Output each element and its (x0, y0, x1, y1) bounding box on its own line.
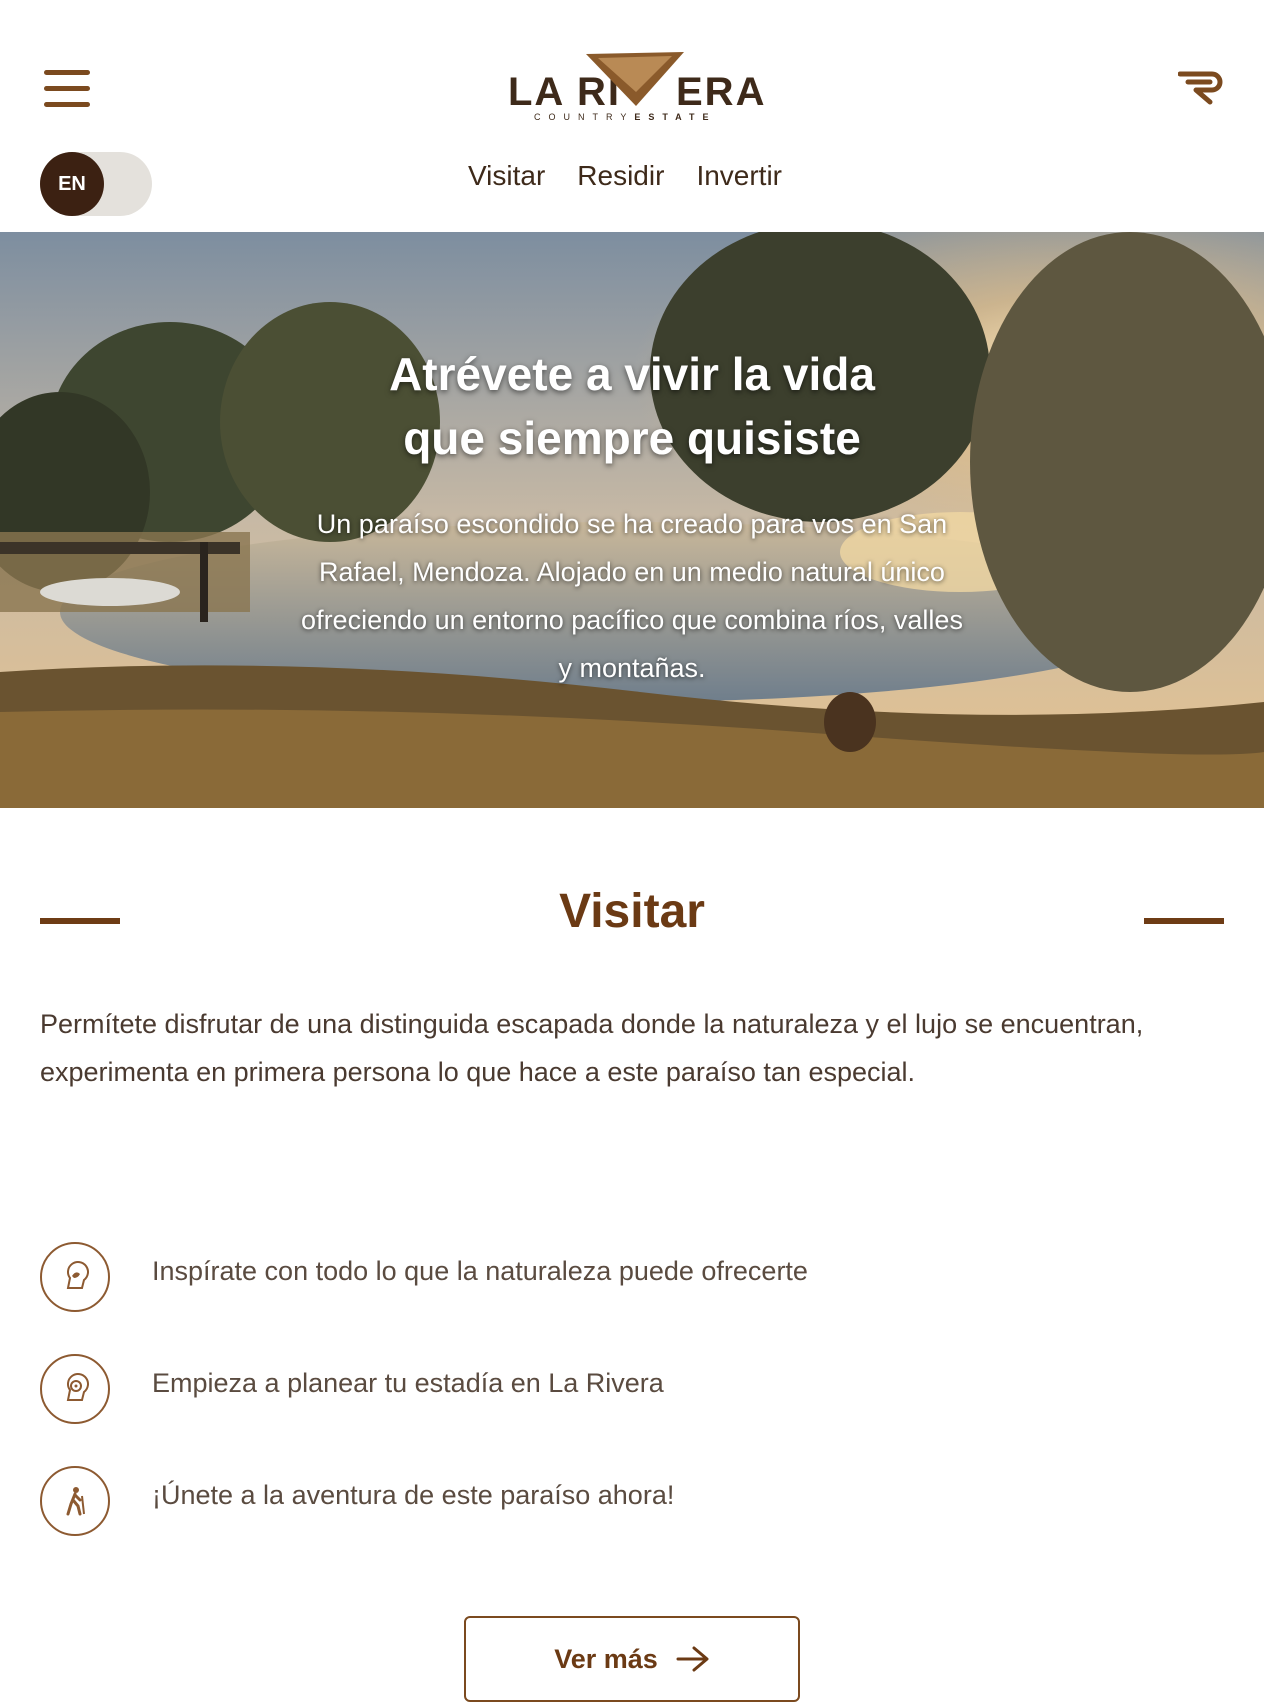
section-title: Visitar (559, 885, 705, 938)
logo-subtitle: COUNTRYESTATE (534, 112, 717, 122)
hero-banner: Atrévete a vivir la vida que siempre qui… (0, 232, 1264, 808)
main-nav: Visitar Residir Invertir (468, 160, 782, 192)
feature-text: Empieza a planear tu estadía en La River… (152, 1368, 664, 1398)
feature-list: Inspírate con todo lo que la naturaleza … (40, 1242, 1224, 1578)
logo[interactable]: LA RI ERA COUNTRYESTATE (504, 48, 780, 128)
hero-description: Un paraíso escondido se ha creado para v… (301, 509, 963, 683)
feature-text: Inspírate con todo lo que la naturaleza … (152, 1256, 808, 1286)
heading-rule-right (1144, 918, 1224, 924)
hero-title: Atrévete a vivir la vida que siempre qui… (389, 348, 875, 464)
head-nature-icon (40, 1242, 110, 1312)
list-item: ¡Únete a la aventura de este paraíso aho… (40, 1466, 1224, 1570)
section-intro: Permítete disfrutar de una distinguida e… (40, 1009, 1144, 1087)
language-toggle-knob: EN (40, 152, 104, 216)
site-header: LA RI ERA COUNTRYESTATE EN Visitar Resid… (0, 0, 1264, 232)
nav-invertir[interactable]: Invertir (696, 160, 782, 192)
menu-icon[interactable] (44, 68, 90, 108)
language-toggle[interactable]: EN (40, 152, 152, 216)
ver-mas-label: Ver más (554, 1643, 658, 1674)
ver-mas-button[interactable]: Ver más (464, 1616, 800, 1702)
arrow-right-icon (676, 1646, 709, 1672)
section-heading: Visitar (40, 884, 1224, 944)
logo-text-right: ERA (676, 70, 767, 114)
planning-head-icon (40, 1354, 110, 1424)
list-item: Empieza a planear tu estadía en La River… (40, 1354, 1224, 1458)
list-item: Inspírate con todo lo que la naturaleza … (40, 1242, 1224, 1346)
hiker-icon (40, 1466, 110, 1536)
nav-visitar[interactable]: Visitar (468, 160, 545, 192)
brand-r-icon[interactable] (1178, 68, 1224, 108)
logo-v-mark-icon (586, 52, 684, 106)
nav-residir[interactable]: Residir (577, 160, 664, 192)
feature-text: ¡Únete a la aventura de este paraíso aho… (152, 1480, 675, 1510)
